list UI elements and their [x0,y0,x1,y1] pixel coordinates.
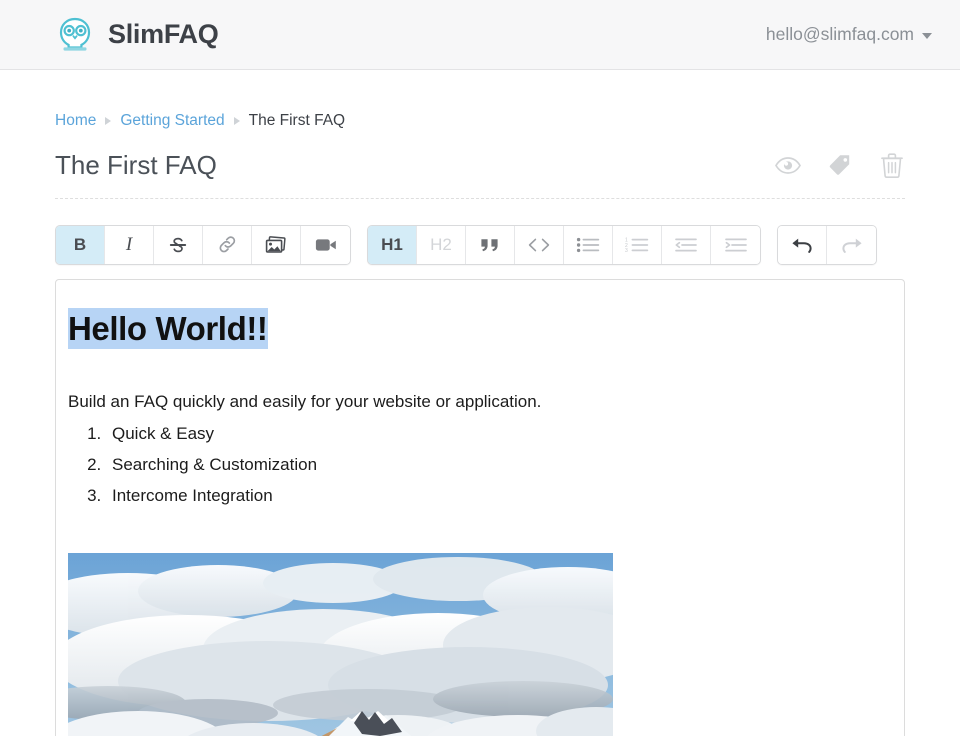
page-content: Home Getting Started The First FAQ The F… [0,70,960,736]
editor-heading[interactable]: Hello World!! [68,307,268,349]
indent-icon [724,237,748,253]
tag-button[interactable] [827,152,853,178]
user-account-menu[interactable]: hello@slimfaq.com [766,24,932,45]
top-navbar: SlimFAQ hello@slimfaq.com [0,0,960,70]
editor-figure[interactable] [68,553,892,736]
brand[interactable]: SlimFAQ [55,17,219,53]
breadcrumb-item-home[interactable]: Home [55,112,96,130]
outdent-icon [674,237,698,253]
chevron-right-icon [233,117,240,125]
italic-button[interactable]: I [105,225,154,264]
video-icon [315,237,337,253]
bullet-list-icon [576,237,600,253]
italic-icon: I [125,233,133,255]
quote-icon [480,237,500,253]
strikethrough-button[interactable] [154,225,203,264]
numbered-list-icon: 1 2 3 [625,237,649,253]
blockquote-button[interactable] [466,225,515,264]
bold-icon: B [73,235,87,255]
code-button[interactable] [515,225,564,264]
editor-toolbar: B I H1 H2 1 2 3 [55,224,905,265]
title-actions [775,152,905,178]
link-icon [217,234,238,255]
image-button[interactable] [252,225,301,264]
preview-button[interactable] [775,152,801,178]
editor-document[interactable]: Hello World!! Build an FAQ quickly and e… [56,307,904,736]
redo-button[interactable] [827,225,876,264]
editor-ordered-list[interactable]: Quick & Easy Searching & Customization I… [68,423,892,507]
code-icon [527,237,551,253]
unordered-list-button[interactable] [564,225,613,264]
brand-name: SlimFAQ [108,19,219,49]
faq-content-editor[interactable]: Hello World!! Build an FAQ quickly and e… [55,278,905,736]
delete-button[interactable] [879,152,905,178]
block-button-group: H1 H2 1 2 3 [367,224,761,265]
heading2-button[interactable]: H2 [417,225,466,264]
list-item[interactable]: Intercome Integration [106,485,892,507]
owl-logo-icon [55,17,95,53]
list-item[interactable]: Searching & Customization [106,454,892,476]
image-icon [265,235,287,255]
editor-paragraph[interactable]: Build an FAQ quickly and easily for your… [68,391,892,414]
svg-text:3: 3 [625,248,628,253]
breadcrumb: Home Getting Started The First FAQ [55,70,905,130]
link-button[interactable] [203,225,252,264]
chevron-down-icon [922,33,932,39]
breadcrumb-item-getting-started[interactable]: Getting Started [120,112,224,130]
undo-button[interactable] [778,225,827,264]
user-email-label: hello@slimfaq.com [765,24,914,44]
heading1-button[interactable]: H1 [368,225,417,264]
video-button[interactable] [301,225,350,264]
mountain-landscape-photo[interactable] [68,553,613,736]
redo-icon [840,237,864,253]
indent-button[interactable] [711,225,760,264]
outdent-button[interactable] [662,225,711,264]
breadcrumb-item-current: The First FAQ [248,112,346,129]
h2-icon: H2 [430,235,452,255]
bold-button[interactable]: B [56,225,105,264]
ordered-list-button[interactable]: 1 2 3 [613,225,662,264]
title-row: The First FAQ [55,151,905,199]
history-button-group [777,224,877,265]
format-button-group: B I [55,224,351,265]
page-title: The First FAQ [55,150,217,180]
chevron-right-icon [105,117,112,125]
undo-icon [790,237,814,253]
strikethrough-icon [168,235,188,255]
h1-icon: H1 [381,235,403,255]
list-item[interactable]: Quick & Easy [106,423,892,445]
